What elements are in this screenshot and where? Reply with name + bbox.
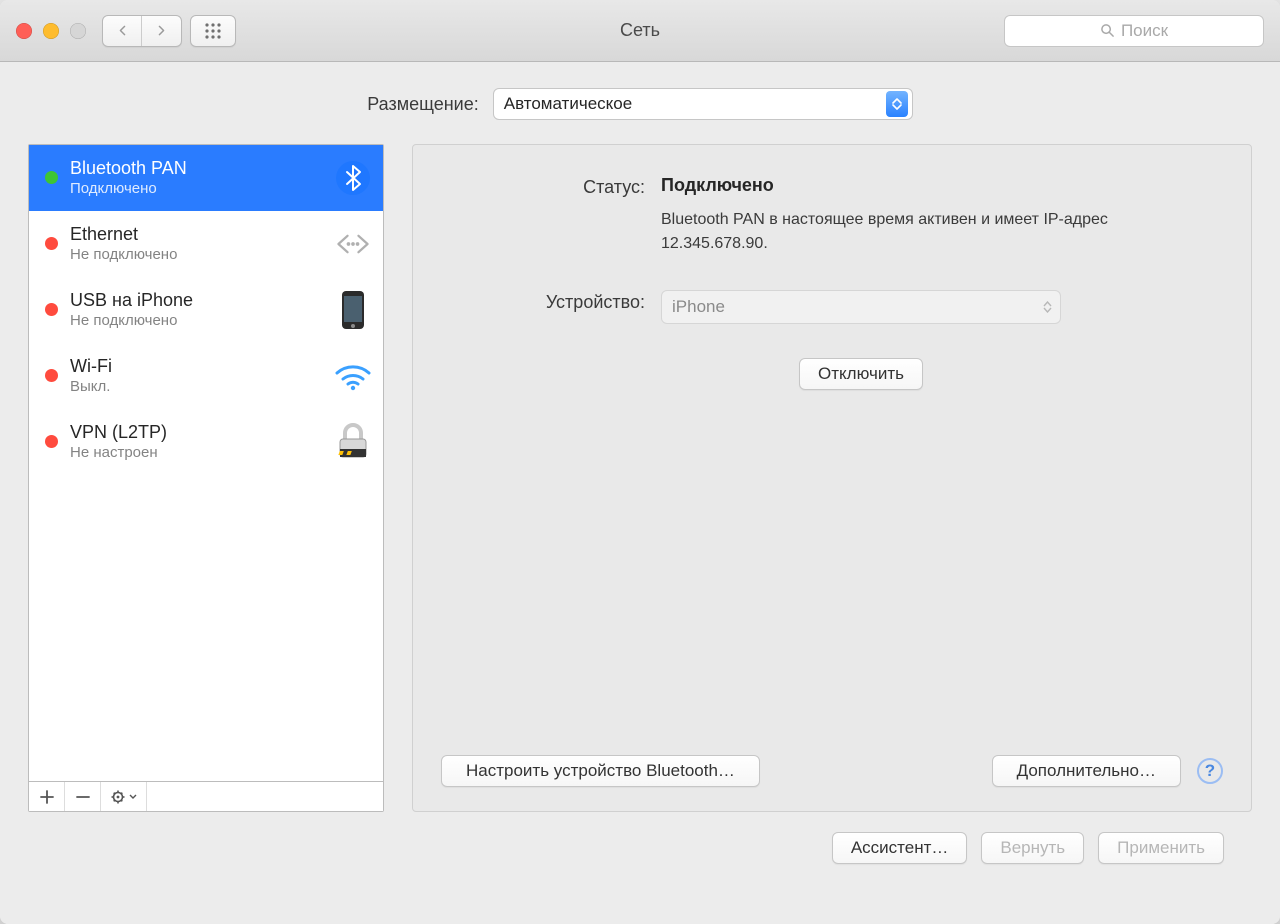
status-value: Подключено bbox=[661, 175, 1223, 196]
minimize-window-button[interactable] bbox=[43, 23, 59, 39]
chevron-left-icon bbox=[117, 25, 128, 36]
service-status: Не настроен bbox=[70, 444, 321, 461]
service-status: Не подключено bbox=[70, 312, 321, 329]
network-preferences-window: Сеть Поиск Размещение: Автоматическое bbox=[0, 0, 1280, 924]
disconnect-button[interactable]: Отключить bbox=[799, 358, 923, 390]
nav-back-forward bbox=[102, 15, 182, 47]
device-label: Устройство: bbox=[441, 290, 661, 324]
minus-icon bbox=[76, 790, 90, 804]
remove-service-button[interactable] bbox=[65, 782, 101, 811]
status-dot-disconnected bbox=[45, 237, 58, 250]
content: Размещение: Автоматическое Bluetooth PAN bbox=[0, 62, 1280, 864]
status-dot-disconnected bbox=[45, 303, 58, 316]
forward-button[interactable] bbox=[142, 16, 181, 46]
ethernet-icon bbox=[333, 224, 373, 264]
status-label: Статус: bbox=[441, 175, 661, 256]
service-list: Bluetooth PAN Подключено Ethernet Не под… bbox=[29, 145, 383, 781]
search-field[interactable]: Поиск bbox=[1004, 15, 1264, 47]
service-item-usb-iphone[interactable]: USB на iPhone Не подключено bbox=[29, 277, 383, 343]
service-name: Wi-Fi bbox=[70, 356, 321, 378]
service-item-vpn[interactable]: VPN (L2TP) Не настроен bbox=[29, 409, 383, 475]
advanced-button[interactable]: Дополнительно… bbox=[992, 755, 1181, 787]
footer-buttons: Ассистент… Вернуть Применить bbox=[28, 812, 1252, 864]
panel-bottom-row: Настроить устройство Bluetooth… Дополнит… bbox=[441, 755, 1223, 787]
popup-arrows-icon bbox=[1043, 301, 1052, 313]
action-menu-button[interactable] bbox=[101, 782, 147, 811]
service-name: Bluetooth PAN bbox=[70, 158, 321, 180]
gear-icon bbox=[111, 789, 127, 805]
close-window-button[interactable] bbox=[16, 23, 32, 39]
chevron-down-icon bbox=[129, 794, 137, 800]
service-item-ethernet[interactable]: Ethernet Не подключено bbox=[29, 211, 383, 277]
location-value: Автоматическое bbox=[504, 94, 632, 114]
wifi-icon bbox=[333, 356, 373, 396]
service-status: Выкл. bbox=[70, 378, 321, 395]
status-row: Статус: Подключено Bluetooth PAN в насто… bbox=[441, 175, 1223, 256]
device-row: Устройство: iPhone bbox=[441, 290, 1223, 324]
assistant-button[interactable]: Ассистент… bbox=[832, 832, 968, 864]
service-status: Подключено bbox=[70, 180, 321, 197]
service-item-wifi[interactable]: Wi-Fi Выкл. bbox=[29, 343, 383, 409]
plus-icon bbox=[40, 790, 54, 804]
service-sidebar: Bluetooth PAN Подключено Ethernet Не под… bbox=[28, 144, 384, 812]
device-popup[interactable]: iPhone bbox=[661, 290, 1061, 324]
status-description: Bluetooth PAN в настоящее время активен … bbox=[661, 208, 1121, 256]
revert-button[interactable]: Вернуть bbox=[981, 832, 1084, 864]
back-button[interactable] bbox=[103, 16, 142, 46]
traffic-lights bbox=[16, 23, 86, 39]
bluetooth-icon bbox=[333, 158, 373, 198]
status-dot-connected bbox=[45, 171, 58, 184]
location-popup[interactable]: Автоматическое bbox=[493, 88, 913, 120]
grid-icon bbox=[204, 22, 222, 40]
device-value: iPhone bbox=[672, 297, 725, 317]
apply-button[interactable]: Применить bbox=[1098, 832, 1224, 864]
main-area: Bluetooth PAN Подключено Ethernet Не под… bbox=[28, 144, 1252, 812]
status-dot-disconnected bbox=[45, 435, 58, 448]
search-placeholder: Поиск bbox=[1121, 21, 1168, 41]
configure-bluetooth-button[interactable]: Настроить устройство Bluetooth… bbox=[441, 755, 760, 787]
zoom-window-button[interactable] bbox=[70, 23, 86, 39]
detail-panel: Статус: Подключено Bluetooth PAN в насто… bbox=[412, 144, 1252, 812]
service-name: USB на iPhone bbox=[70, 290, 321, 312]
service-status: Не подключено bbox=[70, 246, 321, 263]
sidebar-toolbar bbox=[29, 781, 383, 811]
service-name: VPN (L2TP) bbox=[70, 422, 321, 444]
help-button[interactable]: ? bbox=[1197, 758, 1223, 784]
show-all-button[interactable] bbox=[190, 15, 236, 47]
disconnect-row: Отключить bbox=[441, 358, 1223, 390]
location-label: Размещение: bbox=[367, 94, 478, 115]
search-icon bbox=[1100, 23, 1115, 38]
service-name: Ethernet bbox=[70, 224, 321, 246]
chevron-right-icon bbox=[156, 25, 167, 36]
status-dot-disconnected bbox=[45, 369, 58, 382]
titlebar: Сеть Поиск bbox=[0, 0, 1280, 62]
add-service-button[interactable] bbox=[29, 782, 65, 811]
iphone-icon bbox=[333, 290, 373, 330]
location-row: Размещение: Автоматическое bbox=[28, 88, 1252, 120]
service-item-bluetooth-pan[interactable]: Bluetooth PAN Подключено bbox=[29, 145, 383, 211]
popup-arrows-icon bbox=[886, 91, 908, 117]
lock-icon bbox=[333, 422, 373, 462]
